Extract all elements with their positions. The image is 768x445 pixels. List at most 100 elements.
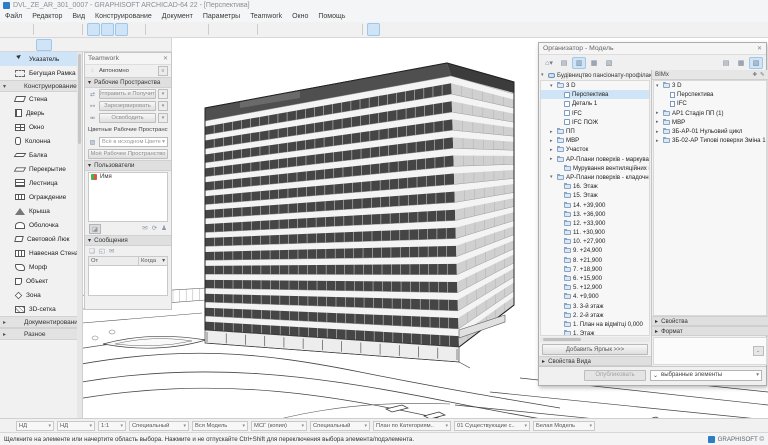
tool-item[interactable]: Бегущая Рамка: [0, 66, 82, 80]
tree-item[interactable]: 7. +18,900: [541, 265, 649, 274]
redo-button[interactable]: [17, 23, 30, 36]
menu-item[interactable]: Помощь: [313, 11, 350, 22]
3d-style-field[interactable]: Белая Модель▾: [533, 421, 595, 431]
nd-field-2[interactable]: НД▾: [57, 421, 95, 431]
tree-item[interactable]: 6. +15,900: [541, 274, 649, 283]
tree-item[interactable]: 10. +27,900: [541, 237, 649, 246]
publisher-sets-icon[interactable]: ▧: [602, 57, 616, 69]
user-settings-icon[interactable]: ♟: [161, 224, 167, 234]
expand-arrow-icon[interactable]: ▸: [550, 156, 555, 162]
tool-item[interactable]: ▸ Документирование: [0, 316, 82, 328]
expand-arrow-icon[interactable]: ▸: [550, 129, 555, 135]
menu-icon[interactable]: ≡: [158, 66, 168, 76]
tree-item[interactable]: 13. +36,900: [541, 210, 649, 219]
sep[interactable]: [33, 24, 34, 35]
arrow-options-button[interactable]: [53, 39, 69, 51]
snap-grid-button[interactable]: [129, 23, 142, 36]
tool-item[interactable]: Лестница: [0, 176, 82, 190]
quick-view-button[interactable]: [395, 23, 408, 36]
tool-item[interactable]: ▾ Конструирование: [0, 80, 82, 92]
qb-redo-icon[interactable]: [3, 404, 14, 415]
menu-item[interactable]: Файл: [0, 11, 27, 22]
sep[interactable]: [208, 24, 209, 35]
tool-item[interactable]: Дверь: [0, 106, 82, 120]
model-view-options-field[interactable]: Специальный▾: [129, 421, 189, 431]
tool-item[interactable]: Оболочка: [0, 218, 82, 232]
snap-guides-button[interactable]: [115, 23, 128, 36]
expand-arrow-icon[interactable]: ▸: [656, 110, 661, 116]
tool-item[interactable]: Навесная Стена: [0, 246, 82, 260]
expand-button[interactable]: ⌄: [753, 346, 764, 356]
menu-item[interactable]: Teamwork: [245, 11, 287, 22]
release-button[interactable]: Освободить: [99, 113, 156, 123]
tree-item[interactable]: 1. План на відмітці 0,000: [541, 320, 649, 329]
add-icon[interactable]: ✚: [752, 72, 757, 78]
layers-button[interactable]: [367, 23, 380, 36]
send-receive-button[interactable]: Отправить и Получить: [99, 89, 156, 99]
tree-item[interactable]: ▸ АР-Плани поверхів - маркування: [541, 155, 649, 164]
add-shortcut-button[interactable]: Добавить Ярлык >>>: [542, 344, 648, 355]
undo-button[interactable]: [3, 23, 16, 36]
tree-item[interactable]: ▸ МВР: [541, 136, 649, 145]
publish-scope-dropdown[interactable]: ⌄ выбранные элементы ▾: [650, 370, 762, 381]
tree-item[interactable]: 15. Этаж: [541, 191, 649, 200]
publisher-set-header[interactable]: BIMx ✚ ✎: [652, 70, 768, 80]
tree-item[interactable]: ▾ 3 D: [541, 81, 649, 90]
tree-item[interactable]: IFC: [654, 99, 766, 108]
tree-item[interactable]: Перспектива: [541, 90, 649, 99]
grid-button[interactable]: [346, 23, 359, 36]
messages-section-header[interactable]: Сообщения: [94, 237, 128, 244]
tree-item[interactable]: 3. 3-й этаж: [541, 302, 649, 311]
users-list[interactable]: Имя: [88, 172, 168, 222]
tool-item[interactable]: Стена: [0, 92, 82, 106]
tree-item[interactable]: IFC ПОЖ: [541, 118, 649, 127]
properties-header[interactable]: Свойства: [661, 318, 688, 325]
tree-item[interactable]: ▸ 3Б-АР-01 Нульовий цикл: [654, 127, 766, 136]
dimension-button[interactable]: [318, 23, 331, 36]
close-icon[interactable]: ✕: [757, 45, 762, 52]
menu-item[interactable]: Параметры: [198, 11, 245, 22]
guide-lines-button[interactable]: [150, 23, 163, 36]
marquee-mode-button[interactable]: [19, 39, 35, 51]
gravity-button[interactable]: [87, 23, 100, 36]
menu-item[interactable]: Документ: [157, 11, 198, 22]
tree-item[interactable]: ▸ МВР: [654, 118, 766, 127]
sent-message-icon[interactable]: ✉: [109, 247, 114, 255]
expand-arrow-icon[interactable]: ▾: [656, 83, 661, 89]
tool-item[interactable]: Балка: [0, 148, 82, 162]
tree-item[interactable]: ▸ АР1 Стадія ПП (1): [654, 109, 766, 118]
tree-item[interactable]: ▸ ПП: [541, 127, 649, 136]
publish-button[interactable]: Опубликовать: [584, 370, 646, 381]
view-properties-header[interactable]: Свойства Вида: [548, 358, 591, 365]
tree-item[interactable]: ▸ Участок: [541, 145, 649, 154]
tree-item[interactable]: 1. Этаж: [541, 329, 649, 336]
messages-list[interactable]: [88, 266, 168, 296]
tree-item[interactable]: Перспектива: [654, 90, 766, 99]
nd-field-1[interactable]: НД▾: [16, 421, 54, 431]
close-icon[interactable]: ✕: [163, 55, 168, 62]
reserve-button[interactable]: Зарезервировать: [99, 101, 156, 111]
horizontal-scrollbar[interactable]: [540, 337, 650, 342]
menu-item[interactable]: Редактор: [27, 11, 67, 22]
right-layout-book-icon[interactable]: ▦: [734, 57, 748, 69]
pending-message-icon[interactable]: ◱: [99, 247, 105, 255]
arrow-tool-button[interactable]: [36, 39, 52, 51]
tree-item[interactable]: 16. Этаж: [541, 182, 649, 191]
shapes-button[interactable]: [332, 23, 345, 36]
pen-sets-button[interactable]: [381, 23, 394, 36]
tree-item[interactable]: ▾ 3 D: [654, 81, 766, 90]
tree-item[interactable]: 9. +24,900: [541, 246, 649, 255]
tool-item[interactable]: Морф: [0, 260, 82, 274]
messages-when-header[interactable]: Когда ▾: [139, 257, 167, 265]
messages-from-header[interactable]: От: [89, 257, 139, 265]
expand-arrow-icon[interactable]: ▸: [550, 138, 555, 144]
layer-combination-field[interactable]: Вся Модель▾: [192, 421, 248, 431]
tool-item[interactable]: Перекрытие: [0, 162, 82, 176]
project-chooser-icon[interactable]: ⌂▾: [542, 57, 556, 69]
menu-item[interactable]: Вид: [67, 11, 90, 22]
editing-plane-button[interactable]: [101, 23, 114, 36]
new-message-icon[interactable]: ❑: [89, 247, 95, 255]
tool-item[interactable]: Крыша: [0, 204, 82, 218]
toolbox-scrollbar[interactable]: [77, 52, 82, 418]
tool-item[interactable]: Световой Люк: [0, 232, 82, 246]
